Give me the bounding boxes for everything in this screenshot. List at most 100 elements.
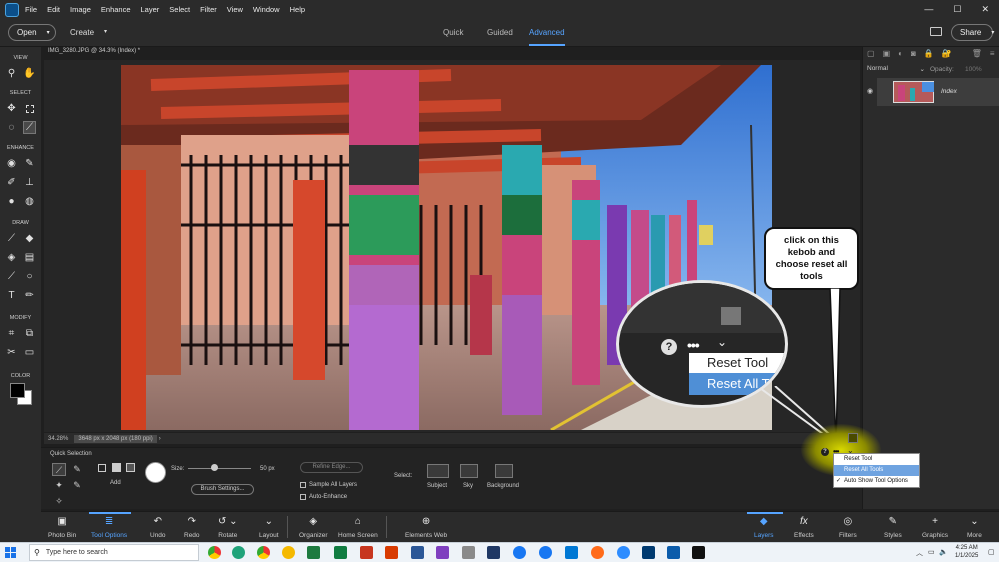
minimize-button[interactable]: — (924, 4, 933, 15)
blur-tool-icon[interactable]: ● (5, 195, 18, 208)
brush-tool-icon[interactable]: ⟋ (5, 232, 18, 245)
menu-view[interactable]: View (227, 5, 243, 14)
zoom-tool-icon[interactable]: ⚲ (5, 67, 18, 80)
subject-icon[interactable] (427, 464, 449, 478)
notifications-icon[interactable]: ▢ (988, 548, 995, 556)
filters-button[interactable]: ◎ Filters (839, 517, 857, 540)
new-selection-icon[interactable] (98, 464, 106, 472)
chrome-icon[interactable] (208, 546, 221, 559)
sheets-icon[interactable] (334, 546, 347, 559)
document-tab[interactable]: IMG_3280.JPG @ 34.3% (Index) * (44, 48, 194, 60)
firefox-icon[interactable] (591, 546, 604, 559)
auto-enhance-checkbox[interactable]: Auto-Enhance (300, 494, 347, 500)
marquee-tool-icon[interactable] (23, 102, 36, 115)
background-icon[interactable] (495, 464, 513, 478)
chevron-up-icon[interactable]: ︿ (916, 548, 923, 558)
menu-reset-all-tools[interactable]: Reset All Tools (834, 465, 919, 476)
outlook-icon[interactable] (565, 546, 578, 559)
word-icon[interactable] (411, 546, 424, 559)
tab-quick[interactable]: Quick (443, 28, 463, 37)
terminal-icon[interactable] (642, 546, 655, 559)
sponge-tool-icon[interactable]: ◍ (23, 195, 36, 208)
taskbar-search-box[interactable]: ⚲ Type here to search (29, 544, 199, 561)
lasso-tool-icon[interactable]: ◌ (5, 121, 18, 134)
volume-icon[interactable]: 🔈 (939, 548, 948, 556)
menu-layer[interactable]: Layer (141, 5, 160, 14)
menu-help[interactable]: Help (290, 5, 305, 14)
menu-edit[interactable]: Edit (47, 5, 60, 14)
open-button[interactable]: Open ▾ (8, 24, 56, 41)
straighten-tool-icon[interactable]: ▭ (23, 346, 36, 359)
layer-row[interactable]: ◉ Index (867, 78, 999, 106)
move-tool-icon[interactable]: ✥ (5, 102, 18, 115)
add-to-selection-icon[interactable] (112, 463, 121, 472)
zoom-value[interactable]: 34.28% (44, 436, 74, 442)
menu-filter[interactable]: Filter (200, 5, 217, 14)
magic-wand-icon[interactable]: ✦ (52, 480, 66, 493)
new-group-icon[interactable]: ▣ (883, 49, 891, 58)
document-info[interactable]: 3648 px x 2048 px (180 ppi) (74, 434, 157, 443)
blend-mode-select[interactable]: Normal ⌄ (867, 65, 925, 75)
background-button[interactable]: Background (487, 483, 519, 489)
lock-icon[interactable]: 🔒 (924, 49, 934, 58)
crop-tool-icon[interactable]: ⌗ (5, 327, 18, 340)
sample-all-layers-checkbox[interactable]: Sample All Layers (300, 482, 357, 488)
photos-icon[interactable] (462, 546, 475, 559)
edge-icon[interactable] (232, 546, 245, 559)
subtract-selection-icon[interactable] (126, 463, 135, 472)
layers-button[interactable]: ◆ Layers (754, 517, 774, 540)
smart-brush-icon[interactable]: ✐ (5, 176, 18, 189)
menu-image[interactable]: Image (70, 5, 91, 14)
tool-options-button[interactable]: ≣ Tool Options (91, 517, 127, 540)
photo-bin-button[interactable]: ▣ Photo Bin (48, 517, 76, 540)
size-slider-thumb[interactable] (211, 464, 218, 471)
news-icon[interactable] (487, 546, 500, 559)
sky-button[interactable]: Sky (463, 483, 473, 489)
pencil-tool-icon[interactable]: ✏ (23, 289, 36, 302)
opacity-value[interactable]: 100% (965, 66, 982, 73)
sky-icon[interactable] (460, 464, 478, 478)
spot-healing-icon[interactable]: ✎ (23, 157, 36, 170)
eyedropper-icon[interactable]: ⟋ (5, 270, 18, 283)
home-screen-button[interactable]: ⌂ Home Screen (338, 517, 378, 540)
create-button[interactable]: Create ▾ (70, 28, 107, 37)
network-icon[interactable]: ▭ (928, 548, 935, 556)
size-slider-track[interactable] (188, 468, 251, 469)
quick-select-mode-icon[interactable]: ⟋ (52, 463, 66, 476)
selection-brush-icon[interactable]: ✎ (70, 463, 84, 476)
canary-icon[interactable] (282, 546, 295, 559)
redo-button[interactable]: ↷ Redo (184, 517, 200, 540)
chevron-right-icon[interactable]: › (159, 436, 161, 442)
more-button[interactable]: ⌄ More (967, 517, 982, 540)
subject-button[interactable]: Subject (427, 483, 447, 489)
facebook-icon-2[interactable] (539, 546, 552, 559)
app-icon-2[interactable] (692, 546, 705, 559)
auto-selection-icon[interactable]: ✧ (52, 496, 66, 509)
maximize-button[interactable]: ☐ (953, 4, 961, 15)
size-value[interactable]: 50 px (260, 466, 275, 472)
windows-start-icon[interactable] (5, 547, 16, 558)
app-icon[interactable] (436, 546, 449, 559)
clone-stamp-icon[interactable]: ⊥ (23, 176, 36, 189)
type-tool-icon[interactable]: T (5, 289, 18, 302)
shape-tool-icon[interactable]: ○ (23, 270, 36, 283)
hand-tool-icon[interactable]: ✋ (23, 67, 36, 80)
quick-selection-tool-icon[interactable]: ⟋ (23, 121, 36, 134)
menu-reset-tool[interactable]: Reset Tool (834, 454, 919, 465)
office-icon[interactable] (385, 546, 398, 559)
brush-preview[interactable] (145, 462, 166, 483)
paint-bucket-icon[interactable]: ◈ (5, 251, 18, 264)
zoom-icon[interactable] (617, 546, 630, 559)
feedback-icon[interactable] (930, 27, 942, 36)
layer-visibility-eye-icon[interactable]: ◉ (867, 87, 873, 95)
menu-auto-show-tool-options[interactable]: ✓ Auto Show Tool Options (834, 476, 919, 487)
new-layer-icon[interactable]: ▢ (867, 49, 875, 58)
recompose-tool-icon[interactable]: ⧉ (23, 327, 36, 340)
clock[interactable]: 4:25 AM 1/1/2025 (955, 544, 978, 560)
effects-button[interactable]: fx Effects (794, 517, 814, 540)
tab-guided[interactable]: Guided (487, 28, 513, 37)
content-aware-move-icon[interactable]: ✂ (5, 346, 18, 359)
powerpoint-icon[interactable] (360, 546, 373, 559)
menu-file[interactable]: File (25, 5, 37, 14)
elements-web-button[interactable]: ⊕ Elements Web (405, 517, 447, 540)
